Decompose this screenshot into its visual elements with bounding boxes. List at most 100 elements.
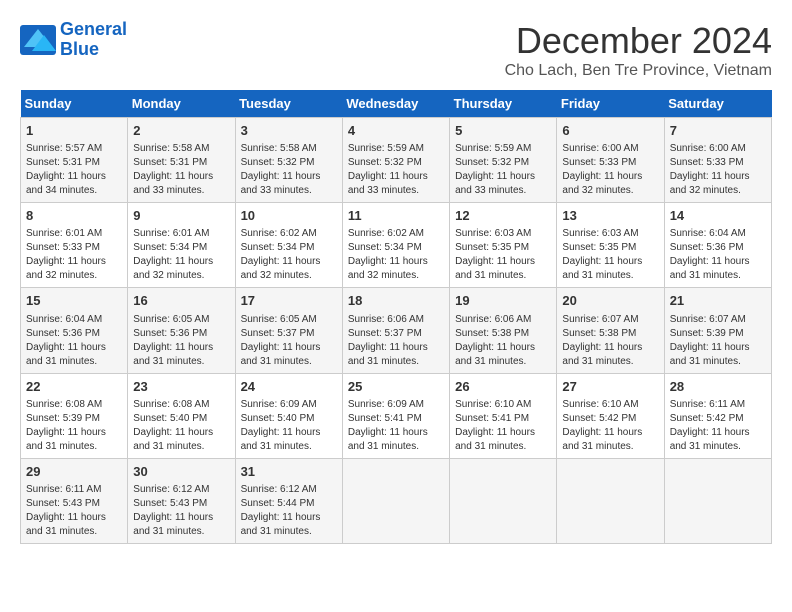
day-number: 11 (348, 207, 444, 225)
calendar-cell: 9Sunrise: 6:01 AM Sunset: 5:34 PM Daylig… (128, 203, 235, 288)
day-number: 13 (562, 207, 658, 225)
calendar-cell (557, 458, 664, 543)
calendar-cell: 18 Sunrise: 6:06 AM Sunset: 5:37 PM Dayli… (342, 288, 449, 373)
calendar-cell: 25 Sunrise: 6:09 AM Sunset: 5:41 PM Dayli… (342, 373, 449, 458)
logo-line1: General (60, 19, 127, 39)
day-number: 14 (670, 207, 766, 225)
day-number: 5 (455, 122, 551, 140)
day-detail: Sunrise: 5:59 AM Sunset: 5:32 PM Dayligh… (348, 142, 444, 198)
calendar-cell: 22 Sunrise: 6:08 AM Sunset: 5:39 PM Dayli… (21, 373, 128, 458)
calendar-cell: 15 Sunrise: 6:04 AM Sunset: 5:36 PM Dayli… (21, 288, 128, 373)
day-number: 3 (241, 122, 337, 140)
calendar-cell: 23 Sunrise: 6:08 AM Sunset: 5:40 PM Dayli… (128, 373, 235, 458)
calendar-week-4: 22 Sunrise: 6:08 AM Sunset: 5:39 PM Dayli… (21, 373, 772, 458)
calendar-cell: 28 Sunrise: 6:11 AM Sunset: 5:42 PM Dayli… (664, 373, 771, 458)
day-detail: Sunrise: 6:05 AM Sunset: 5:36 PM Dayligh… (133, 313, 229, 369)
day-number: 15 (26, 292, 122, 310)
day-number: 16 (133, 292, 229, 310)
day-number: 31 (241, 463, 337, 481)
calendar-cell: 16 Sunrise: 6:05 AM Sunset: 5:36 PM Dayli… (128, 288, 235, 373)
calendar-cell: 26Sunrise: 6:10 AM Sunset: 5:41 PM Dayli… (450, 373, 557, 458)
calendar-header-row: SundayMondayTuesdayWednesdayThursdayFrid… (21, 90, 772, 118)
calendar-cell: 30 Sunrise: 6:12 AM Sunset: 5:43 PM Dayli… (128, 458, 235, 543)
calendar-week-3: 15 Sunrise: 6:04 AM Sunset: 5:36 PM Dayli… (21, 288, 772, 373)
day-detail: Sunrise: 6:03 AM Sunset: 5:35 PM Dayligh… (455, 227, 551, 283)
calendar-cell: 14 Sunrise: 6:04 AM Sunset: 5:36 PM Dayli… (664, 203, 771, 288)
day-detail: Sunrise: 6:12 AM Sunset: 5:43 PM Dayligh… (133, 483, 229, 539)
day-detail: Sunrise: 6:10 AM Sunset: 5:42 PM Dayligh… (562, 398, 658, 454)
calendar-cell: 2 Sunrise: 5:58 AM Sunset: 5:31 PM Daylig… (128, 118, 235, 203)
day-header-tuesday: Tuesday (235, 90, 342, 118)
day-detail: Sunrise: 6:07 AM Sunset: 5:38 PM Dayligh… (562, 313, 658, 369)
day-number: 25 (348, 378, 444, 396)
calendar-cell: 10 Sunrise: 6:02 AM Sunset: 5:34 PM Dayli… (235, 203, 342, 288)
day-number: 4 (348, 122, 444, 140)
calendar-week-2: 8 Sunrise: 6:01 AM Sunset: 5:33 PM Daylig… (21, 203, 772, 288)
day-header-thursday: Thursday (450, 90, 557, 118)
calendar-cell: 8 Sunrise: 6:01 AM Sunset: 5:33 PM Daylig… (21, 203, 128, 288)
calendar-cell: 12 Sunrise: 6:03 AM Sunset: 5:35 PM Dayli… (450, 203, 557, 288)
day-number: 28 (670, 378, 766, 396)
day-detail: Sunrise: 6:05 AM Sunset: 5:37 PM Dayligh… (241, 313, 337, 369)
day-number: 24 (241, 378, 337, 396)
day-number: 12 (455, 207, 551, 225)
logo: General Blue (20, 20, 127, 60)
calendar-cell (342, 458, 449, 543)
day-detail: Sunrise: 6:08 AM Sunset: 5:40 PM Dayligh… (133, 398, 229, 454)
day-number: 20 (562, 292, 658, 310)
day-detail: Sunrise: 6:04 AM Sunset: 5:36 PM Dayligh… (26, 313, 122, 369)
day-detail: Sunrise: 6:12 AM Sunset: 5:44 PM Dayligh… (241, 483, 337, 539)
day-detail: Sunrise: 6:09 AM Sunset: 5:40 PM Dayligh… (241, 398, 337, 454)
calendar-cell: 29 Sunrise: 6:11 AM Sunset: 5:43 PM Dayli… (21, 458, 128, 543)
day-number: 30 (133, 463, 229, 481)
day-number: 8 (26, 207, 122, 225)
day-number: 21 (670, 292, 766, 310)
day-header-sunday: Sunday (21, 90, 128, 118)
day-number: 7 (670, 122, 766, 140)
day-number: 23 (133, 378, 229, 396)
page-header: General Blue December 2024 Cho Lach, Ben… (20, 20, 772, 80)
calendar-cell: 11 Sunrise: 6:02 AM Sunset: 5:34 PM Dayli… (342, 203, 449, 288)
day-detail: Sunrise: 6:11 AM Sunset: 5:43 PM Dayligh… (26, 483, 122, 539)
calendar-cell: 7Sunrise: 6:00 AM Sunset: 5:33 PM Daylig… (664, 118, 771, 203)
calendar-cell: 3 Sunrise: 5:58 AM Sunset: 5:32 PM Daylig… (235, 118, 342, 203)
day-detail: Sunrise: 5:57 AM Sunset: 5:31 PM Dayligh… (26, 142, 122, 198)
day-number: 18 (348, 292, 444, 310)
day-detail: Sunrise: 6:02 AM Sunset: 5:34 PM Dayligh… (348, 227, 444, 283)
calendar-cell (450, 458, 557, 543)
page-subtitle: Cho Lach, Ben Tre Province, Vietnam (505, 62, 772, 80)
day-number: 2 (133, 122, 229, 140)
day-detail: Sunrise: 6:06 AM Sunset: 5:37 PM Dayligh… (348, 313, 444, 369)
calendar-week-1: 1 Sunrise: 5:57 AM Sunset: 5:31 PM Daylig… (21, 118, 772, 203)
calendar-cell: 6 Sunrise: 6:00 AM Sunset: 5:33 PM Daylig… (557, 118, 664, 203)
day-number: 10 (241, 207, 337, 225)
day-number: 22 (26, 378, 122, 396)
calendar-table: SundayMondayTuesdayWednesdayThursdayFrid… (20, 90, 772, 544)
day-number: 6 (562, 122, 658, 140)
day-header-friday: Friday (557, 90, 664, 118)
day-detail: Sunrise: 6:01 AM Sunset: 5:33 PM Dayligh… (26, 227, 122, 283)
calendar-cell: 1 Sunrise: 5:57 AM Sunset: 5:31 PM Daylig… (21, 118, 128, 203)
day-detail: Sunrise: 6:02 AM Sunset: 5:34 PM Dayligh… (241, 227, 337, 283)
day-number: 1 (26, 122, 122, 140)
day-detail: Sunrise: 6:07 AM Sunset: 5:39 PM Dayligh… (670, 313, 766, 369)
calendar-cell: 24 Sunrise: 6:09 AM Sunset: 5:40 PM Dayli… (235, 373, 342, 458)
day-detail: Sunrise: 5:58 AM Sunset: 5:32 PM Dayligh… (241, 142, 337, 198)
day-detail: Sunrise: 6:00 AM Sunset: 5:33 PM Dayligh… (562, 142, 658, 198)
day-detail: Sunrise: 6:04 AM Sunset: 5:36 PM Dayligh… (670, 227, 766, 283)
day-detail: Sunrise: 6:06 AM Sunset: 5:38 PM Dayligh… (455, 313, 551, 369)
day-number: 19 (455, 292, 551, 310)
day-detail: Sunrise: 5:58 AM Sunset: 5:31 PM Dayligh… (133, 142, 229, 198)
day-number: 9 (133, 207, 229, 225)
logo-icon (20, 25, 56, 55)
day-detail: Sunrise: 6:09 AM Sunset: 5:41 PM Dayligh… (348, 398, 444, 454)
logo-text: General Blue (60, 20, 127, 60)
calendar-cell: 5 Sunrise: 5:59 AM Sunset: 5:32 PM Daylig… (450, 118, 557, 203)
day-detail: Sunrise: 6:11 AM Sunset: 5:42 PM Dayligh… (670, 398, 766, 454)
calendar-cell (664, 458, 771, 543)
day-detail: Sunrise: 6:10 AM Sunset: 5:41 PM Dayligh… (455, 398, 551, 454)
day-detail: Sunrise: 5:59 AM Sunset: 5:32 PM Dayligh… (455, 142, 551, 198)
day-detail: Sunrise: 6:08 AM Sunset: 5:39 PM Dayligh… (26, 398, 122, 454)
day-number: 29 (26, 463, 122, 481)
page-title: December 2024 (505, 20, 772, 62)
